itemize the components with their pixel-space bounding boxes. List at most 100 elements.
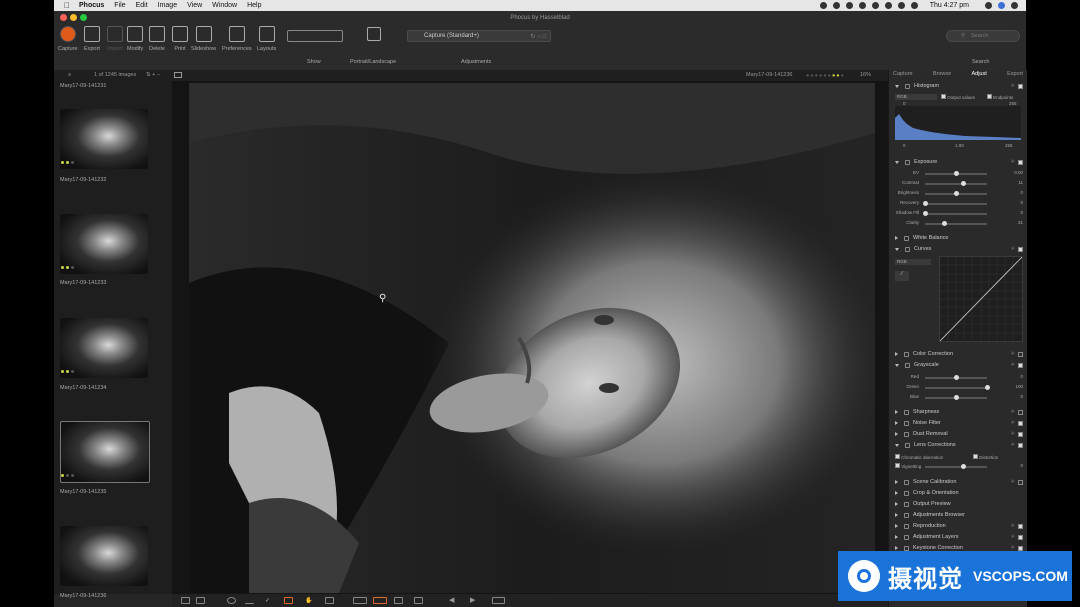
curves-graph[interactable] xyxy=(939,256,1023,342)
capture-button[interactable]: Capture xyxy=(58,26,78,52)
rating-dots[interactable]: ●●●●●●●●● xyxy=(806,73,845,79)
section-crop-orientation[interactable]: Crop & Orientation xyxy=(895,490,959,496)
section-color-correction[interactable]: Color Correction xyxy=(895,351,953,357)
slider-track[interactable] xyxy=(925,191,987,196)
section-grayscale[interactable]: Grayscale xyxy=(895,362,939,368)
tray-icon-3[interactable] xyxy=(845,2,853,9)
focus-mask-icon[interactable] xyxy=(373,597,387,604)
main-photo[interactable]: ⚲ xyxy=(189,83,875,593)
slider-knob[interactable] xyxy=(953,395,959,400)
section-sharpness[interactable]: Sharpness xyxy=(895,409,939,415)
vignetting-checkbox[interactable]: Vignetting xyxy=(895,463,921,469)
slider-track[interactable] xyxy=(925,395,987,400)
section-adjustment-layers[interactable]: Adjustment Layers xyxy=(895,534,959,540)
slider-track[interactable] xyxy=(922,211,987,216)
close-window-button[interactable] xyxy=(60,14,67,21)
previous-image-button[interactable]: ◀ xyxy=(449,596,454,604)
exposure-warning-icon[interactable] xyxy=(353,597,367,604)
slider-knob[interactable] xyxy=(953,191,959,196)
section-histogram[interactable]: Histogram xyxy=(895,83,939,89)
section-reproduction[interactable]: Reproduction xyxy=(895,523,946,529)
menu-file[interactable]: File xyxy=(114,2,125,9)
portrait-landscape-icon[interactable] xyxy=(367,27,381,41)
section-curves[interactable]: Curves xyxy=(895,246,931,252)
filter-icon[interactable]: ≡ xyxy=(68,72,71,78)
slider-knob[interactable] xyxy=(953,375,959,380)
distortion-checkbox[interactable]: Distortion xyxy=(973,454,998,460)
curves-channel-select[interactable]: RGB xyxy=(895,259,931,265)
zoom-window-button[interactable] xyxy=(80,14,87,21)
notification-center-icon[interactable] xyxy=(1011,2,1018,9)
menu-window[interactable]: Window xyxy=(212,2,237,9)
apple-icon[interactable]:  xyxy=(64,1,70,10)
slider-track[interactable] xyxy=(925,181,987,186)
slider-knob[interactable] xyxy=(960,181,966,186)
tab-capture[interactable]: Capture xyxy=(893,71,913,77)
print-button[interactable]: Print xyxy=(172,26,188,52)
thumbnail[interactable] xyxy=(60,318,148,378)
hand-tool-icon[interactable]: ✋ xyxy=(305,597,314,604)
layouts-button[interactable]: Layouts xyxy=(257,26,276,52)
curve-picker-icon[interactable]: ∕ xyxy=(895,271,909,281)
compare-view-icon[interactable] xyxy=(181,597,190,604)
tray-icon-1[interactable] xyxy=(819,2,827,9)
slider-track[interactable] xyxy=(925,221,987,226)
battery-icon[interactable] xyxy=(910,2,918,9)
section-adjustments-browser[interactable]: Adjustments Browser xyxy=(895,512,965,518)
search-input[interactable]: ⚲ Search xyxy=(946,30,1020,42)
output-values-checkbox[interactable]: Output values xyxy=(941,94,975,100)
thumbnail[interactable] xyxy=(60,109,148,169)
show-layout-selector[interactable] xyxy=(287,30,343,42)
straighten-tool-icon[interactable] xyxy=(245,597,254,604)
delete-button[interactable]: Delete xyxy=(149,26,165,52)
section-output-preview[interactable]: Output Preview xyxy=(895,501,951,507)
siri-icon[interactable] xyxy=(998,2,1005,9)
adjustments-preset-select[interactable]: Capture (Standard+) ↻ ○ □ xyxy=(407,30,551,42)
tray-icon-4[interactable] xyxy=(858,2,866,9)
loupe-icon[interactable] xyxy=(325,597,334,604)
minimize-window-button[interactable] xyxy=(70,14,77,21)
tray-icon-5[interactable] xyxy=(871,2,879,9)
import-button[interactable]: Import xyxy=(107,26,123,52)
export-button[interactable]: Export xyxy=(84,26,100,52)
volume-icon[interactable] xyxy=(897,2,905,9)
grid-icon[interactable] xyxy=(394,597,403,604)
fullscreen-icon[interactable] xyxy=(492,597,505,604)
section-scene-calibration[interactable]: Scene Calibration xyxy=(895,479,956,485)
sort-icon[interactable]: ⇅ + − xyxy=(146,72,160,78)
tab-adjust[interactable]: Adjust xyxy=(971,71,986,77)
slider-knob[interactable] xyxy=(941,221,947,226)
overlay-icon[interactable] xyxy=(414,597,423,604)
chromatic-aberration-checkbox[interactable]: Chromatic aberration xyxy=(895,454,943,460)
slider-knob[interactable] xyxy=(960,464,966,469)
vignetting-slider[interactable] xyxy=(925,464,987,469)
section-dust-removal[interactable]: Dust Removal xyxy=(895,431,948,437)
section-noise-filter[interactable]: Noise Filter xyxy=(895,420,941,426)
slider-knob[interactable] xyxy=(953,171,959,176)
tab-export[interactable]: Export xyxy=(1007,71,1023,77)
rotate-tool-icon[interactable] xyxy=(227,597,236,604)
next-image-button[interactable]: ▶ xyxy=(470,596,475,604)
menu-help[interactable]: Help xyxy=(247,2,261,9)
preset-controls-icon[interactable]: ↻ ○ □ xyxy=(530,33,546,40)
endpoints-checkbox[interactable]: Endpoints xyxy=(987,94,1013,100)
wifi-icon[interactable] xyxy=(884,2,892,9)
slider-track[interactable] xyxy=(925,171,987,176)
slider-track[interactable] xyxy=(922,201,987,206)
slider-track[interactable] xyxy=(925,385,990,390)
modify-button[interactable]: Modify xyxy=(127,26,143,52)
histogram-channel-select[interactable]: RGB xyxy=(895,94,937,100)
eyedropper-icon[interactable]: ✓ xyxy=(265,597,274,604)
tab-browse[interactable]: Browse xyxy=(933,71,951,77)
view-mode-icon[interactable] xyxy=(174,72,182,78)
section-lens-corrections[interactable]: Lens Corrections xyxy=(895,442,956,448)
tray-icon-2[interactable] xyxy=(832,2,840,9)
histogram-graph[interactable] xyxy=(895,106,1021,140)
slider-track[interactable] xyxy=(925,375,987,380)
magnifier-tool-icon[interactable] xyxy=(284,597,293,604)
slider-knob[interactable] xyxy=(984,385,990,390)
image-viewer[interactable]: ⚲ xyxy=(172,81,888,594)
thumbnail[interactable] xyxy=(60,214,148,274)
slider-knob[interactable] xyxy=(922,211,928,216)
menu-edit[interactable]: Edit xyxy=(136,2,148,9)
